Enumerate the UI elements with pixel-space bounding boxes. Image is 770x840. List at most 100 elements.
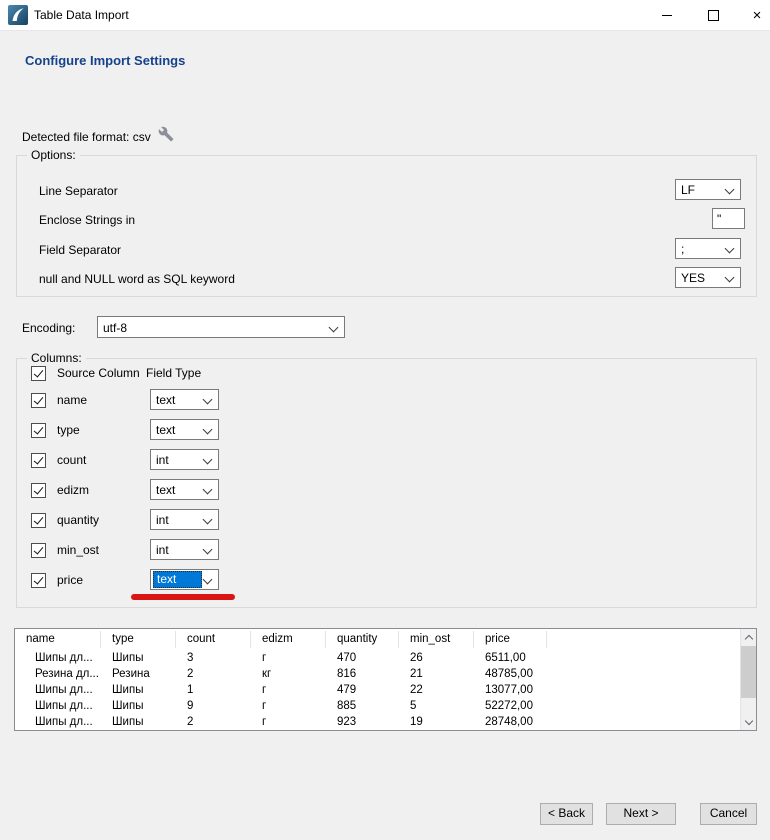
enclose-strings-input[interactable] <box>712 208 745 229</box>
column-row-edizm: edizm text <box>17 479 756 501</box>
column-row-count: count int <box>17 449 756 471</box>
table-row: Шипы дл... Шипы 3 г 470 26 6511,00 <box>15 650 756 666</box>
null-keyword-label: null and NULL word as SQL keyword <box>39 272 235 286</box>
column-row-min-ost: min_ost int <box>17 539 756 561</box>
cell-quantity: 923 <box>326 714 399 730</box>
type-field-type-value: text <box>156 423 175 437</box>
cell-type: Шипы <box>101 698 176 714</box>
cell-quantity: 885 <box>326 698 399 714</box>
preview-header-count: count <box>176 631 251 648</box>
column-checkbox-type[interactable] <box>31 423 46 438</box>
chevron-down-icon <box>725 244 735 254</box>
cell-quantity: 470 <box>326 650 399 666</box>
cell-quantity: 479 <box>326 682 399 698</box>
column-quantity-label: quantity <box>57 513 99 527</box>
enclose-strings-row: Enclose Strings in <box>17 208 756 230</box>
table-row: Резина дл... Резина 2 кг 816 21 48785,00 <box>15 666 756 682</box>
select-all-columns-checkbox[interactable] <box>31 366 46 381</box>
line-separator-value: LF <box>681 183 695 197</box>
chevron-down-icon <box>329 323 339 333</box>
preview-header-price: price <box>474 631 547 648</box>
chevron-down-icon <box>744 716 752 724</box>
cell-name: Шипы дл... <box>15 682 101 698</box>
quantity-field-type-select[interactable]: int <box>150 509 219 530</box>
minimize-button[interactable] <box>650 0 684 30</box>
enclose-strings-label: Enclose Strings in <box>39 213 135 227</box>
column-price-label: price <box>57 573 83 587</box>
scroll-up-button[interactable] <box>741 629 756 645</box>
min-ost-field-type-value: int <box>156 543 169 557</box>
scroll-down-button[interactable] <box>741 714 756 730</box>
cell-edizm: г <box>251 650 326 666</box>
field-separator-value: ; <box>681 242 684 256</box>
column-count-label: count <box>57 453 86 467</box>
chevron-down-icon <box>725 273 735 283</box>
column-checkbox-price[interactable] <box>31 573 46 588</box>
field-separator-label: Field Separator <box>39 243 121 257</box>
title-bar: Table Data Import × <box>0 0 770 31</box>
name-field-type-select[interactable]: text <box>150 389 219 410</box>
column-name-label: name <box>57 393 87 407</box>
minimize-icon <box>662 15 672 16</box>
column-row-price: price text <box>17 569 756 591</box>
price-field-type-value-selected: text <box>153 571 202 588</box>
edizm-field-type-value: text <box>156 483 175 497</box>
field-separator-select[interactable]: ; <box>675 238 741 259</box>
scrollbar-thumb[interactable] <box>741 646 756 698</box>
cell-count: 2 <box>176 666 251 682</box>
maximize-button[interactable] <box>696 0 730 30</box>
line-separator-label: Line Separator <box>39 184 118 198</box>
table-row: Шипы дл... Шипы 9 г 885 5 52272,00 <box>15 698 756 714</box>
column-checkbox-name[interactable] <box>31 393 46 408</box>
field-separator-row: Field Separator ; <box>17 238 756 260</box>
table-row: Шипы дл... Шипы 1 г 479 22 13077,00 <box>15 682 756 698</box>
cell-edizm: г <box>251 714 326 730</box>
cell-price: 13077,00 <box>474 682 547 698</box>
cell-edizm: кг <box>251 666 326 682</box>
price-field-type-select[interactable]: text <box>150 569 219 590</box>
cancel-button[interactable]: Cancel <box>700 803 757 825</box>
preview-table: name type count edizm quantity min_ost p… <box>14 628 757 731</box>
line-separator-select[interactable]: LF <box>675 179 741 200</box>
page-title: Configure Import Settings <box>25 53 185 68</box>
cell-type: Резина <box>101 666 176 682</box>
edizm-field-type-select[interactable]: text <box>150 479 219 500</box>
cell-count: 9 <box>176 698 251 714</box>
type-field-type-select[interactable]: text <box>150 419 219 440</box>
cell-price: 6511,00 <box>474 650 547 666</box>
cell-name: Шипы дл... <box>15 714 101 730</box>
cell-edizm: г <box>251 682 326 698</box>
column-checkbox-quantity[interactable] <box>31 513 46 528</box>
count-field-type-select[interactable]: int <box>150 449 219 470</box>
close-button[interactable]: × <box>740 0 770 30</box>
encoding-select[interactable]: utf-8 <box>97 316 345 338</box>
column-checkbox-min-ost[interactable] <box>31 543 46 558</box>
cell-type: Шипы <box>101 714 176 730</box>
encoding-label: Encoding: <box>22 321 75 335</box>
field-type-header: Field Type <box>146 366 201 380</box>
vertical-scrollbar[interactable] <box>740 629 756 730</box>
chevron-down-icon <box>203 485 213 495</box>
preview-header-name: name <box>15 631 101 648</box>
null-keyword-select[interactable]: YES <box>675 267 741 288</box>
min-ost-field-type-select[interactable]: int <box>150 539 219 560</box>
window-title: Table Data Import <box>34 8 129 22</box>
detected-file-format-label: Detected file format: csv <box>22 130 151 144</box>
back-button[interactable]: < Back <box>540 803 593 825</box>
column-checkbox-count[interactable] <box>31 453 46 468</box>
cell-min-ost: 21 <box>399 666 474 682</box>
preview-header-edizm: edizm <box>251 631 326 648</box>
next-button[interactable]: Next > <box>606 803 676 825</box>
cell-quantity: 816 <box>326 666 399 682</box>
column-row-type: type text <box>17 419 756 441</box>
quantity-field-type-value: int <box>156 513 169 527</box>
cell-min-ost: 22 <box>399 682 474 698</box>
chevron-down-icon <box>203 515 213 525</box>
column-checkbox-edizm[interactable] <box>31 483 46 498</box>
columns-group: Columns: Source Column Field Type name t… <box>16 358 757 608</box>
line-separator-row: Line Separator LF <box>17 179 756 201</box>
column-min-ost-label: min_ost <box>57 543 99 557</box>
source-column-header: Source Column <box>57 366 140 380</box>
cell-count: 2 <box>176 714 251 730</box>
cell-count: 3 <box>176 650 251 666</box>
